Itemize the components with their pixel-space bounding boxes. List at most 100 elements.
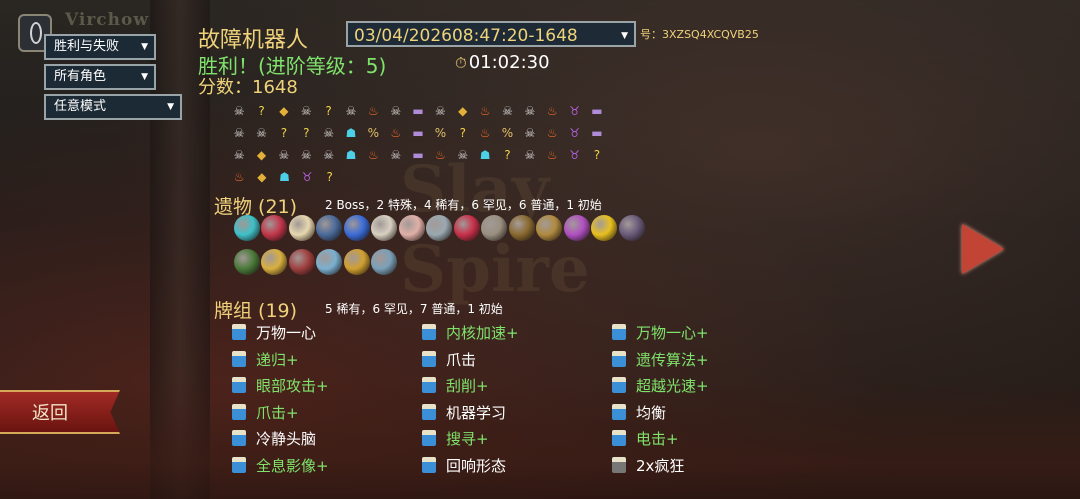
deck-card[interactable]: 电击+	[612, 426, 679, 452]
deck-card[interactable]: 超越光速+	[612, 373, 709, 399]
monster-icon[interactable]: ☠	[317, 122, 339, 144]
elite-icon[interactable]: ☗	[474, 144, 496, 166]
campfire-icon[interactable]: ♨	[429, 144, 451, 166]
whip-icon[interactable]	[316, 215, 342, 241]
monster-icon[interactable]: ☠	[519, 122, 541, 144]
orb-icon[interactable]	[426, 215, 452, 241]
chest-icon[interactable]: ▬	[586, 122, 608, 144]
boss-icon[interactable]: ♉	[563, 122, 585, 144]
deck-card[interactable]: 递归+	[232, 347, 299, 373]
monster-icon[interactable]: ☠	[429, 100, 451, 122]
monster-icon[interactable]: ☠	[385, 100, 407, 122]
monster-icon[interactable]: ☠	[340, 100, 362, 122]
scroll-icon[interactable]	[508, 215, 535, 241]
unknown-icon[interactable]: ?	[273, 122, 295, 144]
elite-icon[interactable]: ☗	[340, 144, 362, 166]
filter-result-dropdown[interactable]: 胜利与失败 ▼	[44, 34, 156, 60]
burning-blood-icon[interactable]	[261, 215, 287, 241]
monster-icon[interactable]: ☠	[385, 144, 407, 166]
leaf-icon[interactable]	[261, 249, 287, 275]
deck-card[interactable]: 全息影像+	[232, 453, 329, 479]
treasure-icon[interactable]: ◆	[452, 100, 474, 122]
event-icon[interactable]: %	[496, 122, 518, 144]
monster-icon[interactable]: ☠	[452, 144, 474, 166]
monster-icon[interactable]: ☠	[273, 144, 295, 166]
deck-card[interactable]: 均衡	[612, 400, 666, 426]
deck-card[interactable]: 万物一心	[232, 320, 316, 346]
monster-icon[interactable]: ☠	[228, 122, 250, 144]
run-select-dropdown[interactable]: 03/04/202608:47:20-1648 ▼	[346, 21, 636, 47]
deck-card[interactable]: 回响形态	[422, 453, 506, 479]
filter-character-dropdown[interactable]: 所有角色 ▼	[44, 64, 156, 90]
monster-icon[interactable]: ☠	[250, 122, 272, 144]
next-arrow-icon[interactable]	[962, 224, 1004, 274]
deck-card[interactable]: 遗传算法+	[612, 347, 709, 373]
unknown-icon[interactable]: ?	[317, 100, 339, 122]
campfire-icon[interactable]: ♨	[362, 100, 384, 122]
pillar-icon[interactable]	[371, 249, 397, 275]
fan-icon[interactable]	[563, 215, 590, 241]
unknown-icon[interactable]: ?	[496, 144, 518, 166]
monster-icon[interactable]: ☠	[317, 144, 339, 166]
wing-icon[interactable]	[481, 215, 507, 241]
event-icon[interactable]: %	[362, 122, 384, 144]
monster-icon[interactable]: ☠	[295, 144, 317, 166]
campfire-icon[interactable]: ♨	[541, 100, 563, 122]
chest-icon[interactable]: ▬	[407, 144, 429, 166]
boss-icon[interactable]: ♉	[563, 100, 585, 122]
deck-card[interactable]: 刮削+	[422, 373, 489, 399]
feather-icon[interactable]	[371, 215, 397, 241]
unknown-icon[interactable]: ?	[318, 166, 341, 188]
deck-card[interactable]: 万物一心+	[612, 320, 709, 346]
unknown-icon[interactable]: ?	[250, 100, 272, 122]
deck-card[interactable]: 眼部攻击+	[232, 373, 329, 399]
ice-cream-icon[interactable]	[233, 215, 260, 241]
deck-card[interactable]: 爪击+	[232, 400, 299, 426]
monster-icon[interactable]: ☠	[519, 144, 541, 166]
throne-icon[interactable]	[343, 215, 370, 241]
chest-icon[interactable]: ▬	[407, 122, 429, 144]
deck-card[interactable]: 内核加速+	[422, 320, 519, 346]
elite-icon[interactable]: ☗	[273, 166, 296, 188]
chest-icon[interactable]: ▬	[407, 100, 429, 122]
flower-icon[interactable]	[343, 249, 370, 275]
shrimp-icon[interactable]	[453, 215, 480, 241]
elite-icon[interactable]: ☗	[340, 122, 362, 144]
back-button[interactable]: 返回	[0, 390, 120, 434]
tea-set-icon[interactable]	[398, 215, 425, 241]
campfire-icon[interactable]: ♨	[474, 122, 496, 144]
chest-icon[interactable]: ▬	[586, 100, 608, 122]
unknown-icon[interactable]: ?	[586, 144, 608, 166]
monster-icon[interactable]: ☠	[496, 100, 518, 122]
monster-icon[interactable]: ☠	[228, 144, 250, 166]
treasure-icon[interactable]: ◆	[273, 100, 295, 122]
monster-icon[interactable]: ☠	[295, 100, 317, 122]
deck-card[interactable]: 机器学习	[422, 400, 506, 426]
ring-icon[interactable]	[316, 249, 342, 275]
treasure-icon[interactable]: ◆	[250, 144, 272, 166]
boss-icon[interactable]: ♉	[296, 166, 319, 188]
deck-card[interactable]: 冷静头脑	[232, 426, 316, 452]
boss-icon[interactable]: ♉	[563, 144, 585, 166]
deck-card[interactable]: 搜寻+	[422, 426, 489, 452]
filter-mode-dropdown[interactable]: 任意模式 ▼	[44, 94, 182, 120]
treasure-icon[interactable]: ◆	[251, 166, 274, 188]
dice-icon[interactable]	[233, 249, 260, 275]
star-icon[interactable]	[618, 215, 645, 241]
campfire-icon[interactable]: ♨	[474, 100, 496, 122]
unknown-icon[interactable]: ?	[295, 122, 317, 144]
monster-icon[interactable]: ☠	[228, 100, 250, 122]
campfire-icon[interactable]: ♨	[541, 122, 563, 144]
campfire-icon[interactable]: ♨	[362, 144, 384, 166]
unknown-icon[interactable]: ?	[452, 122, 474, 144]
bag-icon[interactable]	[536, 215, 562, 241]
campfire-icon[interactable]: ♨	[385, 122, 407, 144]
deck-card[interactable]: 爪击	[422, 347, 476, 373]
candle-icon[interactable]	[288, 215, 315, 241]
campfire-icon[interactable]: ♨	[541, 144, 563, 166]
banana-icon[interactable]	[591, 215, 617, 241]
event-icon[interactable]: %	[429, 122, 451, 144]
campfire-icon[interactable]: ♨	[228, 166, 251, 188]
deck-card[interactable]: 2x疯狂	[612, 453, 684, 479]
monster-icon[interactable]: ☠	[519, 100, 541, 122]
